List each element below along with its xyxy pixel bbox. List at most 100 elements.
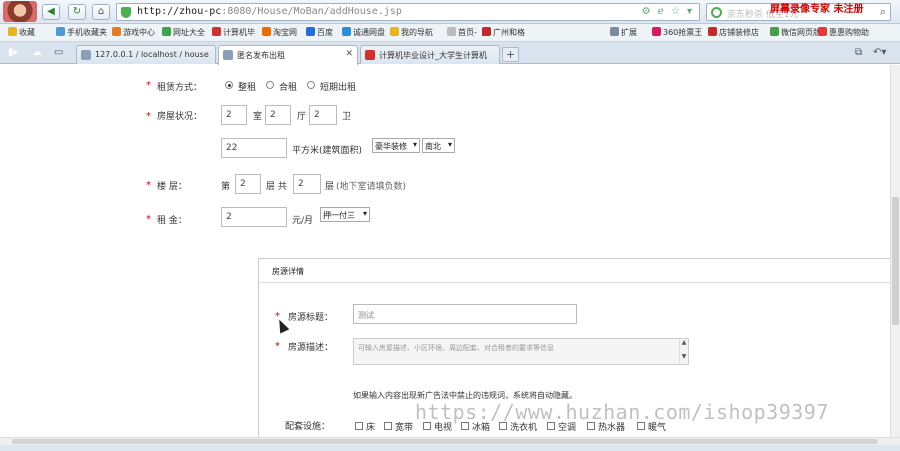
vertical-scrollbar[interactable] [890, 65, 900, 437]
url-action-icons[interactable]: ⚙ ℯ ☆ ▾ [642, 6, 694, 17]
bookmark-label: 扩展 [621, 28, 637, 37]
title-label: 房源标题： [288, 313, 334, 323]
bookmark-item[interactable]: 首页-【 [447, 27, 485, 38]
bookmark-label: 我的导航 [401, 28, 433, 37]
textarea-scrollbar[interactable]: ▲ ▼ [679, 339, 688, 364]
bookmark-item[interactable]: 360抢票王 [652, 27, 702, 38]
bookmark-item[interactable]: 计算机毕 [212, 27, 255, 38]
radio-short-rent-label: 短期出租 [320, 83, 357, 93]
baths-input[interactable]: 2 [309, 105, 337, 125]
new-tab-button[interactable]: + [502, 47, 519, 62]
radio-shared-rent[interactable] [266, 81, 274, 89]
tab-phpmyadmin[interactable]: 127.0.0.1 / localhost / house [76, 45, 216, 64]
cloud-icon[interactable]: ☁ [32, 47, 42, 58]
floor-input[interactable]: 2 [235, 174, 261, 194]
close-tab-icon[interactable]: ✕ [345, 49, 353, 59]
bookmark-item[interactable]: 手机收藏夹 [56, 27, 107, 38]
bookmark-label: 惠惠购物助 [829, 28, 869, 37]
home-icon[interactable]: ⌂ [92, 4, 110, 20]
back-icon[interactable]: ◀ [42, 4, 60, 20]
room-unit: 室 [253, 112, 263, 122]
security-shield-icon [121, 7, 131, 18]
bookmark-favicon-icon [212, 27, 221, 36]
radio-whole-rent-label: 整租 [238, 83, 257, 93]
bookmark-favicon-icon [342, 27, 351, 36]
undo-close-icon[interactable]: ↶▾ [873, 47, 886, 58]
payment-select[interactable]: 押一付三 [320, 207, 370, 222]
tab-favicon-icon [223, 50, 233, 60]
horizontal-scrollbar[interactable] [0, 437, 900, 445]
radio-whole-rent[interactable] [225, 81, 233, 89]
floor-suffix: 层 [325, 182, 335, 192]
search-icon[interactable]: ⌕ [880, 5, 886, 19]
required-mark: * [146, 214, 151, 225]
bookmark-favicon-icon [56, 27, 65, 36]
url-host: http://zhou-pc [137, 6, 222, 17]
bookmark-label: 微信网页版 [781, 28, 821, 37]
area-input[interactable]: 22 [221, 138, 287, 158]
bookmark-favicon-icon [482, 27, 491, 36]
radio-short-rent[interactable] [307, 81, 315, 89]
refresh-icon[interactable]: ↻ [68, 4, 86, 20]
bookmark-item[interactable]: 店铺装修店 [708, 27, 759, 38]
title-input[interactable]: 测试 [353, 304, 577, 324]
tab-graduation-design[interactable]: 计算机毕业设计_大学生计算机 [360, 45, 500, 64]
bath-unit: 卫 [342, 112, 352, 122]
total-floors-input[interactable]: 2 [293, 174, 321, 194]
facility-checkbox[interactable] [384, 422, 392, 430]
rent-label: 租 金： [157, 216, 187, 226]
bookmark-favicon-icon [447, 27, 456, 36]
search-engine-icon [711, 7, 722, 18]
bookmark-item[interactable]: 诚通网盘 [342, 27, 385, 38]
bookmark-item[interactable]: 我的导航 [390, 27, 433, 38]
bookmark-item[interactable]: 网址大全 [162, 27, 205, 38]
bookmark-label: 网址大全 [173, 28, 205, 37]
bookmark-label: 百度 [317, 28, 333, 37]
bookmark-item[interactable]: 收藏 [8, 27, 35, 38]
tab-favicon-icon [81, 50, 91, 60]
description-label: 房源描述： [288, 343, 334, 353]
rent-input[interactable]: 2 [221, 207, 287, 227]
bookmark-item[interactable]: 游戏中心 [112, 27, 155, 38]
bookmark-item[interactable]: 广州和格 [482, 27, 525, 38]
halls-input[interactable]: 2 [265, 105, 291, 125]
facility-label: 床 [366, 423, 376, 433]
bookmark-label: 手机收藏夹 [67, 28, 107, 37]
bookmark-item[interactable]: 扩展 [610, 27, 637, 38]
floor-hint: (地下室请填负数) [336, 182, 407, 192]
url-field[interactable]: http://zhou-pc:8080/House/MoBan/addHouse… [116, 3, 700, 21]
bookmark-favicon-icon [610, 27, 619, 36]
tab-label: 匿名发布出租 [237, 51, 285, 60]
bookmark-item[interactable]: 惠惠购物助 [818, 27, 869, 38]
area-unit: 平方米(建筑面积) [292, 146, 363, 156]
description-textarea[interactable]: 可输入房屋描述、小区环境、周边配套、对合租者的要求等信息 ▲ ▼ [353, 338, 689, 365]
required-mark: * [146, 111, 151, 122]
required-mark: * [146, 80, 151, 91]
window-restore-icon[interactable]: ⧉ [855, 47, 862, 58]
bookmark-label: 淘宝网 [273, 28, 297, 37]
vertical-scroll-thumb[interactable] [892, 197, 899, 325]
bookmark-item[interactable]: 微信网页版 [770, 27, 821, 38]
bookmark-label: 首页-【 [458, 28, 485, 37]
bookmark-favicon-icon [390, 27, 399, 36]
tab-list-icon[interactable]: ▭ [54, 47, 63, 58]
radio-shared-rent-label: 合租 [279, 83, 298, 93]
tab-anonymous-rent[interactable]: 匿名发布出租 ✕ [218, 45, 358, 65]
orientation-select[interactable]: 南北 [422, 138, 455, 153]
bookmark-favicon-icon [708, 27, 717, 36]
site-watermark: https://www.huzhan.com/ishop39397 [415, 400, 829, 424]
recorder-watermark: 屏幕录像专家 未注册 [770, 4, 864, 15]
user-avatar[interactable] [3, 1, 37, 22]
sidebar-toggle-icon[interactable]: ▮▸ [8, 47, 19, 58]
facility-checkbox[interactable] [355, 422, 363, 430]
rooms-input[interactable]: 2 [221, 105, 247, 125]
panel-title: 房源详情 [259, 259, 890, 283]
bookmark-item[interactable]: 淘宝网 [262, 27, 297, 38]
floor-prefix: 第 [221, 182, 231, 192]
decoration-select[interactable]: 豪华装修 [372, 138, 420, 153]
address-bar-row: ◀ ↻ ⌂ http://zhou-pc:8080/House/MoBan/ad… [0, 0, 900, 24]
bookmark-favicon-icon [262, 27, 271, 36]
bookmark-favicon-icon [652, 27, 661, 36]
horizontal-scroll-thumb[interactable] [12, 439, 878, 444]
bookmark-item[interactable]: 百度 [306, 27, 333, 38]
